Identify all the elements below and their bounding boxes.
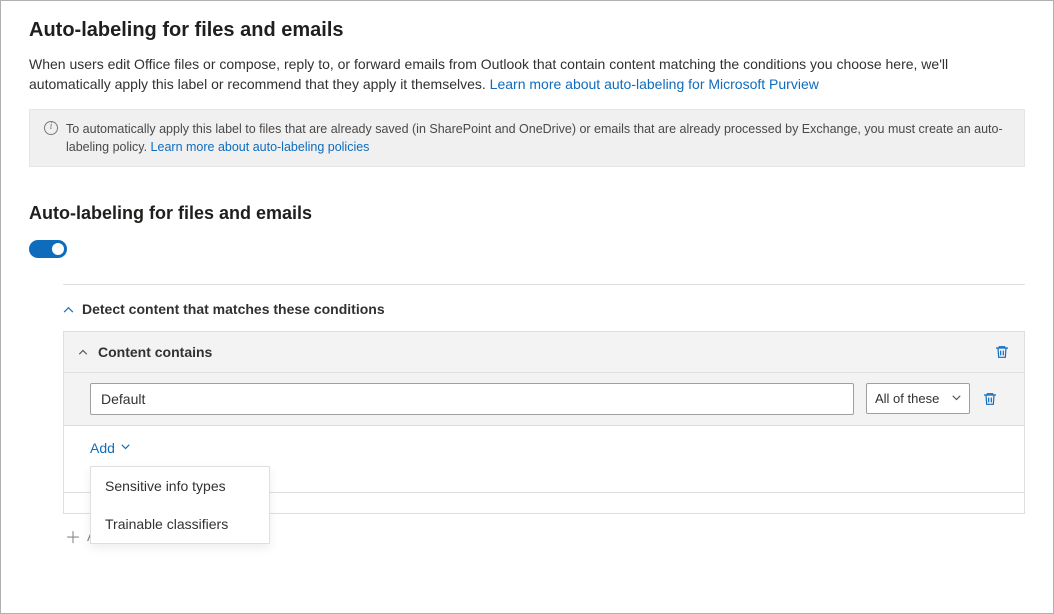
match-mode-value: All of these xyxy=(875,391,939,406)
add-label: Add xyxy=(90,440,115,456)
condition-title: Content contains xyxy=(98,344,212,360)
detect-conditions-label: Detect content that matches these condit… xyxy=(82,301,385,317)
menu-item-trainable-classifiers[interactable]: Trainable classifiers xyxy=(91,505,269,543)
add-row: Add Sensitive info types Trainable class… xyxy=(64,426,1024,492)
condition-panel: Content contains All of these xyxy=(63,331,1025,514)
info-icon: i xyxy=(44,121,58,135)
delete-condition-button[interactable] xyxy=(994,344,1010,360)
add-menu: Sensitive info types Trainable classifie… xyxy=(90,466,270,544)
content-contains-header[interactable]: Content contains xyxy=(78,344,212,360)
condition-group-row: All of these xyxy=(64,373,1024,426)
section-title: Auto-labeling for files and emails xyxy=(29,203,1025,224)
match-mode-select[interactable]: All of these xyxy=(866,383,970,414)
detect-conditions-header[interactable]: Detect content that matches these condit… xyxy=(63,301,1025,317)
chevron-down-icon xyxy=(952,393,961,404)
info-banner: i To automatically apply this label to f… xyxy=(29,109,1025,167)
page-title: Auto-labeling for files and emails xyxy=(29,19,1025,42)
menu-item-sensitive-info[interactable]: Sensitive info types xyxy=(91,467,269,505)
learn-more-purview-link[interactable]: Learn more about auto-labeling for Micro… xyxy=(490,76,819,92)
learn-more-policies-link[interactable]: Learn more about auto-labeling policies xyxy=(151,140,370,154)
delete-group-button[interactable] xyxy=(982,391,998,407)
autolabel-toggle[interactable] xyxy=(29,240,67,258)
chevron-up-icon xyxy=(63,302,74,316)
intro-text: When users edit Office files or compose,… xyxy=(29,54,1025,95)
chevron-down-icon xyxy=(121,442,130,453)
group-name-input[interactable] xyxy=(90,383,854,415)
plus-icon: ＋ xyxy=(65,524,81,548)
add-button[interactable]: Add xyxy=(90,440,130,456)
chevron-up-icon xyxy=(78,346,88,358)
